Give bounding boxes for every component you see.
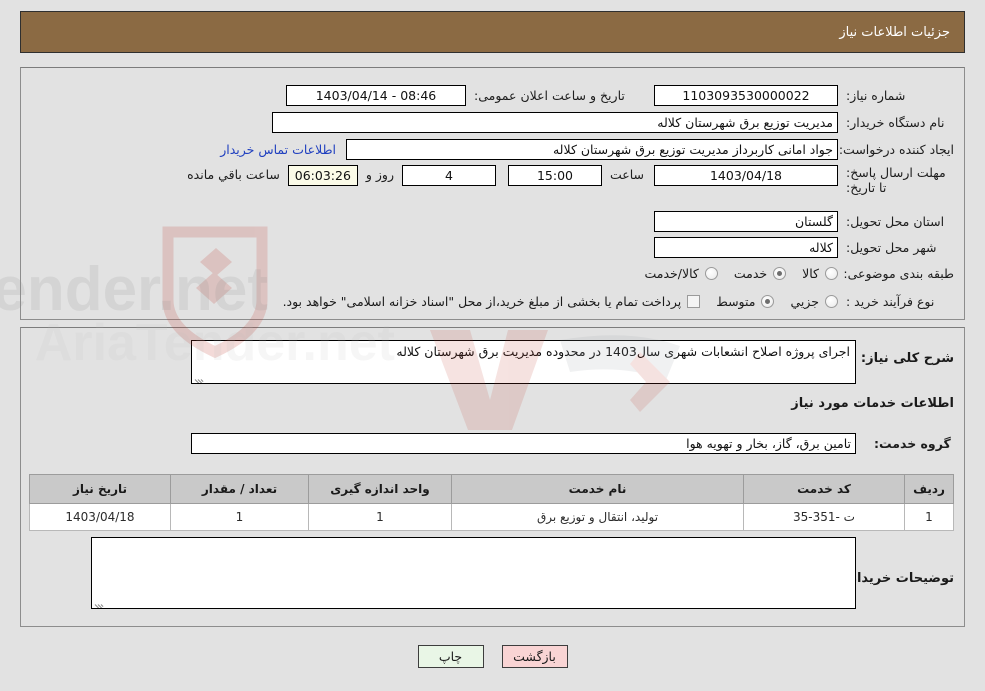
purchase-option-motevaset-label: متوسط xyxy=(716,293,756,309)
general-description-label: شرح کلی نیاز: xyxy=(860,351,954,366)
radio-icon-kala-khedmat[interactable] xyxy=(704,266,718,280)
need-number-row: شماره نیاز: 1103093530000022 xyxy=(654,84,954,106)
action-button-bar: بازگشت چاپ xyxy=(0,645,985,668)
delivery-city-value: کلاله xyxy=(654,236,838,258)
buyer-org-value: مدیریت توزیع برق شهرستان کلاله xyxy=(272,111,838,133)
islamic-treasury-checkbox-label: پرداخت تمام یا بخشی از مبلغ خرید،از محل … xyxy=(282,293,682,309)
delivery-province-value: گلستان xyxy=(654,210,838,232)
resize-grip-icon-notes[interactable] xyxy=(94,595,106,608)
cell-unit: 1 xyxy=(308,503,452,531)
services-table: ردیف کد خدمت نام خدمت واحد اندازه گیری ت… xyxy=(29,474,954,531)
radio-icon-jozi[interactable] xyxy=(825,294,838,308)
table-header-row: ردیف کد خدمت نام خدمت واحد اندازه گیری ت… xyxy=(29,474,954,504)
checkbox-icon-islamic-treasury[interactable] xyxy=(687,294,701,308)
category-label: طبقه بندی موضوعی: xyxy=(843,265,954,281)
need-details-panel: شرح کلی نیاز: اجرای پروژه اصلاح انشعابات… xyxy=(20,327,965,627)
need-summary-panel: شماره نیاز: 1103093530000022 تاریخ و ساع… xyxy=(20,67,965,320)
column-header-name: نام خدمت xyxy=(451,474,744,504)
purchase-option-jozi-label: جزیي xyxy=(790,293,819,309)
general-description-value: اجرای پروژه اصلاح انشعابات شهری سال1403 … xyxy=(396,344,850,359)
category-row: طبقه بندی موضوعی: کالا خدمت کالا/خدمت xyxy=(628,262,954,284)
cell-radif: 1 xyxy=(904,503,954,531)
radio-icon-kala[interactable] xyxy=(825,266,838,280)
request-creator-row: ایجاد کننده درخواست: جواد امانی کاربرداز… xyxy=(220,138,954,160)
category-option-kala-khedmat[interactable]: کالا/خدمت xyxy=(628,265,718,281)
request-creator-label: ایجاد کننده درخواست: xyxy=(838,141,954,157)
buyer-notes-textarea[interactable] xyxy=(91,537,856,609)
deadline-countdown-unit: ساعت باقي مانده xyxy=(187,167,280,182)
column-header-qty: تعداد / مقدار xyxy=(170,474,309,504)
deadline-time-value: 15:00 xyxy=(507,165,602,186)
deadline-date-value: 1403/04/18 xyxy=(654,165,838,186)
purchase-option-jozi[interactable]: جزیي xyxy=(774,294,838,309)
page-header-bar: جزئیات اطلاعات نیاز xyxy=(20,11,965,53)
service-group-row: گروه خدمت: تامین برق، گاز، بخار و تهویه … xyxy=(191,432,954,454)
category-option-kala-label: کالا xyxy=(802,265,819,281)
resize-grip-icon[interactable] xyxy=(194,370,206,383)
buyer-contact-link[interactable]: اطلاعات تماس خریدار xyxy=(220,142,336,157)
page-title: جزئیات اطلاعات نیاز xyxy=(839,24,950,40)
category-option-kala-khedmat-label: کالا/خدمت xyxy=(644,265,699,281)
deadline-days-unit: روز و xyxy=(365,167,394,182)
service-group-label: گروه خدمت: xyxy=(874,435,951,451)
deadline-time-label: ساعت xyxy=(609,167,644,182)
deadline-days-value: 4 xyxy=(401,165,496,186)
delivery-city-row: شهر محل تحویل: کلاله xyxy=(654,236,954,258)
column-header-unit: واحد اندازه گیری xyxy=(308,474,452,504)
buyer-org-row: نام دستگاه خریدار: مدیریت توزیع برق شهرس… xyxy=(272,111,954,133)
cell-code: ت -351-35 xyxy=(743,503,905,531)
need-number-label: شماره نیاز: xyxy=(846,87,906,103)
cell-name: تولید، انتقال و توزیع برق xyxy=(451,503,744,531)
announce-datetime-value: 08:46 - 1403/04/14 xyxy=(286,84,466,106)
islamic-treasury-checkbox-item[interactable]: پرداخت تمام یا بخشی از مبلغ خرید،از محل … xyxy=(267,294,701,309)
radio-icon-khedmat[interactable] xyxy=(773,266,787,280)
category-option-kala[interactable]: کالا xyxy=(786,266,838,281)
delivery-province-row: استان محل تحویل: گلستان xyxy=(654,210,954,232)
radio-icon-motevaset[interactable] xyxy=(761,294,775,308)
print-button[interactable]: چاپ xyxy=(417,645,484,668)
announce-datetime-row: تاریخ و ساعت اعلان عمومی: 08:46 - 1403/0… xyxy=(286,84,644,106)
services-section-title: اطلاعات خدمات مورد نیاز xyxy=(791,396,954,411)
cell-qty: 1 xyxy=(170,503,309,531)
service-group-value: تامین برق، گاز، بخار و تهویه هوا xyxy=(191,432,856,454)
deadline-countdown-value: 06:03:26 xyxy=(287,165,358,186)
purchase-process-label: نوع فرآیند خرید : xyxy=(846,293,935,309)
buyer-notes-label: توضیحات خریدار: xyxy=(844,571,954,586)
table-row: 1 ت -351-35 تولید، انتقال و توزیع برق 1 … xyxy=(29,503,954,531)
column-header-code: کد خدمت xyxy=(743,474,905,504)
request-creator-value: جواد امانی کاربرداز مدیریت توزیع برق شهر… xyxy=(346,138,838,160)
buyer-org-label: نام دستگاه خریدار: xyxy=(846,114,945,130)
general-description-textarea[interactable]: اجرای پروژه اصلاح انشعابات شهری سال1403 … xyxy=(191,340,856,384)
column-header-date: تاریخ نیاز xyxy=(29,474,171,504)
category-option-khedmat[interactable]: خدمت xyxy=(718,265,787,281)
purchase-option-motevaset[interactable]: متوسط xyxy=(700,293,775,309)
back-button[interactable]: بازگشت xyxy=(501,645,568,668)
deadline-row: مهلت ارسال پاسخ: تا تاریخ: 1403/04/18 سا… xyxy=(187,164,954,204)
announce-datetime-label: تاریخ و ساعت اعلان عمومی: xyxy=(474,87,625,103)
delivery-province-label: استان محل تحویل: xyxy=(846,213,945,229)
deadline-label: مهلت ارسال پاسخ: تا تاریخ: xyxy=(846,165,946,195)
cell-date: 1403/04/18 xyxy=(29,503,171,531)
purchase-process-row: نوع فرآیند خرید : جزیي متوسط پرداخت تمام… xyxy=(267,290,954,312)
category-option-khedmat-label: خدمت xyxy=(733,265,768,281)
delivery-city-label: شهر محل تحویل: xyxy=(846,239,937,255)
need-number-value: 1103093530000022 xyxy=(654,84,838,106)
column-header-radif: ردیف xyxy=(904,474,954,504)
